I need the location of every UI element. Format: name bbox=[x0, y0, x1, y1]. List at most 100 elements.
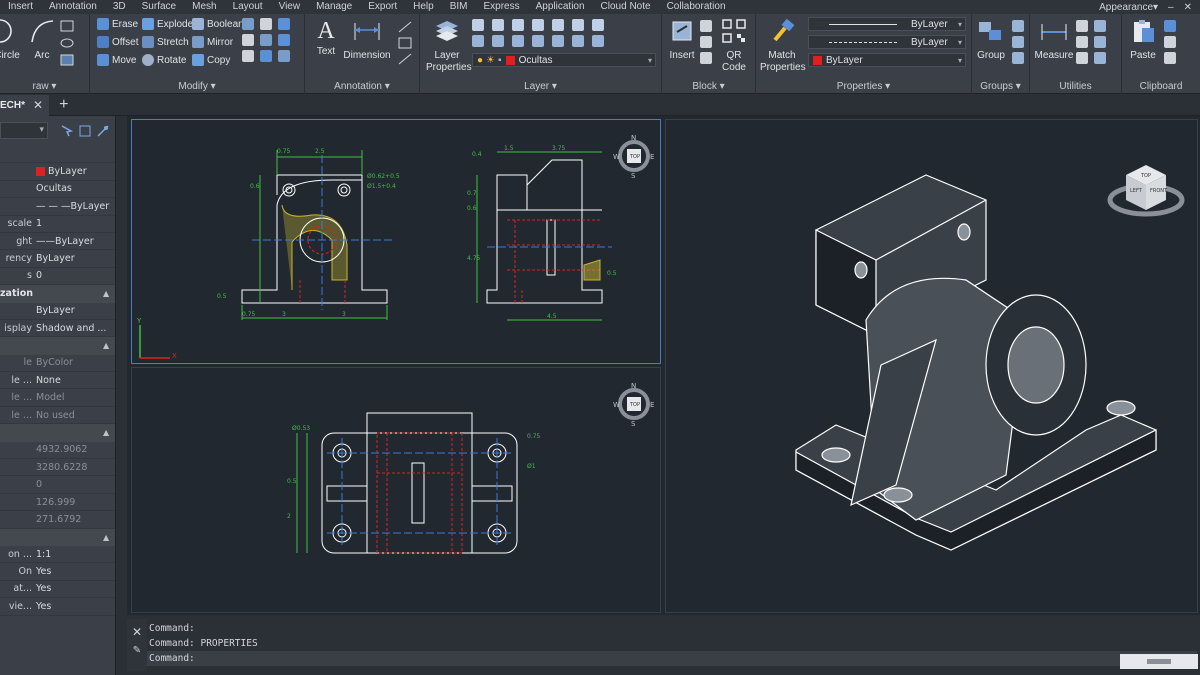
group-tools[interactable] bbox=[1012, 20, 1026, 64]
toggle-pickadd-icon[interactable] bbox=[96, 124, 110, 141]
property-row[interactable]: 126.999 bbox=[0, 494, 115, 512]
circle-button[interactable]: Circle bbox=[0, 18, 22, 62]
erase-button[interactable]: Erase bbox=[97, 18, 138, 30]
copy-button[interactable]: Copy bbox=[192, 54, 230, 66]
block-tools[interactable] bbox=[700, 20, 714, 64]
menu-cloud-note[interactable]: Cloud Note bbox=[593, 0, 659, 14]
layer-properties-button[interactable]: Layer Properties bbox=[426, 18, 472, 74]
minimize-icon[interactable]: – bbox=[1168, 2, 1174, 13]
drawing-area[interactable]: 2.5 0.75 0.6 Ø0.62+0.5 Ø1.5+0.4 0.75 3 3… bbox=[127, 116, 1200, 615]
modify-panel-title[interactable]: Modify ▾ bbox=[90, 81, 304, 92]
menu-manage[interactable]: Manage bbox=[308, 0, 360, 14]
property-section-header[interactable]: zation ▲ bbox=[0, 285, 115, 303]
boolean-button[interactable]: Boolean bbox=[192, 18, 244, 30]
property-value[interactable]: 4932.9062 bbox=[34, 444, 115, 455]
clipboard-panel-title[interactable]: Clipboard bbox=[1122, 81, 1200, 92]
property-row[interactable]: scale 1 bbox=[0, 216, 115, 233]
property-value[interactable]: No used bbox=[34, 410, 115, 421]
annotation-panel-title[interactable]: Annotation ▾ bbox=[305, 81, 419, 92]
viewport-front-side[interactable]: 2.5 0.75 0.6 Ø0.62+0.5 Ø1.5+0.4 0.75 3 3… bbox=[131, 119, 661, 364]
property-row[interactable]: 0 bbox=[0, 476, 115, 494]
property-row[interactable]: le ... None bbox=[0, 372, 115, 390]
layer-panel-title[interactable]: Layer ▾ bbox=[420, 81, 661, 92]
property-value[interactable]: 0 bbox=[34, 479, 115, 490]
property-row[interactable]: rency ByLayer bbox=[0, 250, 115, 268]
property-value[interactable]: None bbox=[34, 375, 115, 386]
property-value[interactable]: Shadow and ... bbox=[34, 323, 115, 334]
appearance-menu[interactable]: Appearance▾ bbox=[1099, 2, 1158, 13]
property-value[interactable]: 271.6792 bbox=[34, 514, 115, 525]
property-value[interactable]: Yes bbox=[34, 601, 115, 612]
property-value[interactable]: ByLayer bbox=[34, 253, 115, 264]
property-section-header[interactable]: ▲ bbox=[0, 528, 115, 546]
property-row[interactable] bbox=[0, 146, 115, 164]
property-value[interactable]: — — —ByLayer bbox=[34, 201, 115, 212]
menu-insert[interactable]: Insert bbox=[0, 0, 41, 14]
menu-help[interactable]: Help bbox=[405, 0, 442, 14]
stretch-button[interactable]: Stretch bbox=[142, 36, 189, 48]
arc-button[interactable]: Arc bbox=[27, 18, 57, 62]
layer-dropdown[interactable]: ● ☀ ▪ Ocultas ▾ bbox=[472, 53, 656, 67]
property-row[interactable]: 3280.6228 bbox=[0, 459, 115, 477]
property-row[interactable]: ght ——ByLayer bbox=[0, 233, 115, 251]
close-icon[interactable]: ✕ bbox=[1184, 2, 1192, 13]
menu-bim[interactable]: BIM bbox=[442, 0, 476, 14]
property-row[interactable]: le ByColor bbox=[0, 355, 115, 373]
menu-express[interactable]: Express bbox=[476, 0, 528, 14]
customize-icon[interactable]: ✎ bbox=[127, 645, 147, 656]
paste-button[interactable]: Paste bbox=[1126, 18, 1160, 62]
selection-dropdown[interactable] bbox=[0, 122, 48, 139]
insert-button[interactable]: Insert bbox=[666, 18, 698, 62]
modify-extra-tools[interactable] bbox=[242, 18, 292, 62]
utilities-panel-title[interactable]: Utilities bbox=[1030, 81, 1121, 92]
property-row[interactable]: 4932.9062 bbox=[0, 442, 115, 460]
move-button[interactable]: Move bbox=[97, 54, 136, 66]
mirror-button[interactable]: Mirror bbox=[192, 36, 233, 48]
property-row[interactable]: le ... No used bbox=[0, 407, 115, 425]
property-value[interactable]: 3280.6228 bbox=[34, 462, 115, 473]
collapse-icon[interactable]: ▲ bbox=[103, 341, 115, 350]
lineweight-dropdown[interactable]: ByLayer ▾ bbox=[808, 35, 966, 49]
property-value[interactable]: 1:1 bbox=[34, 549, 115, 560]
menu-export[interactable]: Export bbox=[360, 0, 405, 14]
property-row[interactable]: 271.6792 bbox=[0, 511, 115, 529]
property-row[interactable]: le ... Model bbox=[0, 389, 115, 407]
command-scrollbar[interactable] bbox=[1120, 654, 1198, 669]
group-button[interactable]: Group bbox=[974, 18, 1008, 62]
collapse-icon[interactable]: ▲ bbox=[103, 289, 115, 298]
property-value[interactable]: Yes bbox=[34, 583, 115, 594]
viewcube[interactable]: LEFT FRONT TOP bbox=[1107, 165, 1185, 217]
property-value[interactable]: 1 bbox=[34, 218, 115, 229]
viewport-top[interactable]: Ø0.53 0.75 Ø1 0.5 2 TOP N S E W bbox=[131, 367, 661, 613]
document-tab[interactable]: ECH* ✕ bbox=[0, 94, 50, 116]
qr-code-button[interactable]: QR Code bbox=[718, 18, 750, 74]
layer-tools[interactable] bbox=[472, 19, 608, 47]
property-section-header[interactable]: ▲ bbox=[0, 424, 115, 442]
property-row[interactable]: — — —ByLayer bbox=[0, 198, 115, 216]
dimension-button[interactable]: Dimension bbox=[343, 18, 391, 62]
viewport-3d[interactable]: LEFT FRONT TOP bbox=[665, 119, 1198, 613]
explode-button[interactable]: Explode bbox=[142, 18, 193, 30]
measure-button[interactable]: Measure bbox=[1034, 18, 1074, 62]
utilities-tools[interactable] bbox=[1076, 20, 1108, 64]
property-value[interactable]: ByColor bbox=[34, 357, 115, 368]
property-value[interactable]: 0 bbox=[34, 270, 115, 281]
properties-panel-title[interactable]: Properties ▾ bbox=[756, 81, 971, 92]
property-row[interactable]: ByLayer bbox=[0, 163, 115, 181]
block-panel-title[interactable]: Block ▾ bbox=[662, 81, 755, 92]
property-row[interactable]: vie... Yes bbox=[0, 598, 115, 616]
linetype-dropdown[interactable]: ByLayer ▾ bbox=[808, 17, 966, 31]
menu-view[interactable]: View bbox=[271, 0, 309, 14]
property-row[interactable]: isplay Shadow and ... bbox=[0, 320, 115, 338]
close-command-icon[interactable]: ✕ bbox=[127, 625, 147, 639]
menu-surface[interactable]: Surface bbox=[134, 0, 184, 14]
command-input[interactable]: Command: bbox=[147, 651, 1197, 666]
property-section-header[interactable]: ▲ bbox=[0, 337, 115, 355]
new-tab-icon[interactable]: + bbox=[59, 96, 68, 114]
property-value[interactable]: ——ByLayer bbox=[34, 236, 115, 247]
hatch-icon[interactable] bbox=[60, 54, 74, 69]
collapse-icon[interactable]: ▲ bbox=[103, 428, 115, 437]
leader-icon[interactable] bbox=[397, 20, 413, 73]
clipboard-tools[interactable] bbox=[1164, 20, 1178, 64]
property-row[interactable]: s0 bbox=[0, 268, 115, 286]
